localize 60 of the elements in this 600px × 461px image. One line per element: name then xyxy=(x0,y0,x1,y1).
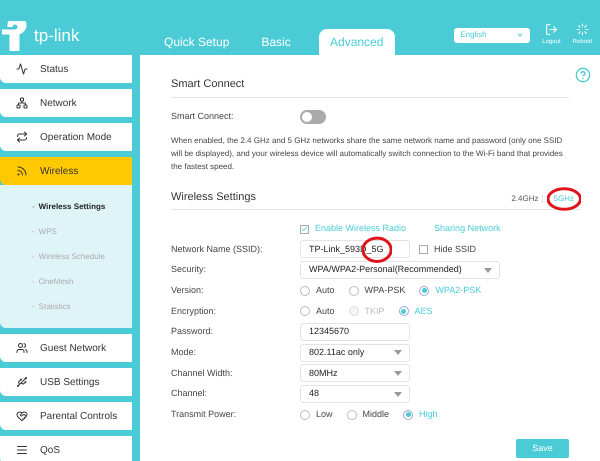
sidebar-item[interactable]: Status xyxy=(0,55,132,83)
checkbox[interactable] xyxy=(300,224,309,234)
sidebar-item[interactable]: USB Settings xyxy=(0,368,132,396)
radio-option[interactable]: WPA-PSK xyxy=(348,284,406,298)
dropdown-icon xyxy=(394,392,402,397)
sidebar-item[interactable]: Guest Network xyxy=(0,334,132,362)
dropdown-icon xyxy=(394,350,402,356)
checkbox-label: Hide SSID xyxy=(434,242,476,256)
field-label: Channel: xyxy=(171,387,208,400)
dropdown-icon xyxy=(484,268,492,273)
pulse-icon xyxy=(16,63,28,75)
section-title: Wireless Settings xyxy=(171,190,256,204)
field-label: Transmit Power: xyxy=(171,408,238,422)
sidebar-item[interactable]: Parental Controls xyxy=(0,402,132,430)
lines-icon xyxy=(16,444,28,456)
field-label: Encryption: xyxy=(171,304,218,318)
radio-option[interactable]: Low xyxy=(300,408,333,422)
field-label: Network Name (SSID): xyxy=(171,242,264,256)
sidebar-item[interactable]: Wireless xyxy=(0,157,132,185)
section-title: Smart Connect xyxy=(171,76,569,98)
select-field[interactable]: 802.11ac only xyxy=(300,344,410,362)
help-icon[interactable] xyxy=(575,67,591,83)
sidebar-item[interactable]: Operation Mode xyxy=(0,123,132,151)
radio-option[interactable]: Auto xyxy=(300,304,335,318)
field-label: Password: xyxy=(171,325,214,338)
reboot-icon xyxy=(576,23,589,36)
field-label: Smart Connect: xyxy=(171,110,235,123)
users-icon xyxy=(16,342,28,354)
band-tab[interactable]: 2.4GHz xyxy=(511,193,538,205)
dash-mark: - xyxy=(32,226,35,238)
swap-icon xyxy=(16,131,28,143)
dash-mark: - xyxy=(32,300,35,312)
logout-icon xyxy=(544,23,558,36)
input-field[interactable]: 12345670 xyxy=(300,323,410,342)
submenu-item[interactable]: - Wireless Settings xyxy=(0,194,132,219)
checkbox[interactable] xyxy=(419,244,428,254)
radio-option[interactable]: Middle xyxy=(346,408,390,422)
field-label: Version: xyxy=(171,284,205,297)
dash-mark: - xyxy=(32,276,35,288)
select-field[interactable]: WPA/WPA2-Personal(Recommended) xyxy=(300,261,500,280)
field-label: Mode: xyxy=(171,346,198,360)
toggle-switch[interactable] xyxy=(300,110,326,124)
sidebar-item[interactable]: Network xyxy=(0,89,132,117)
checkbox-label: Enable Wireless Radio xyxy=(315,222,406,236)
radio-option[interactable]: Auto xyxy=(300,284,335,298)
dash-mark: - xyxy=(32,250,35,262)
separator: | xyxy=(541,193,544,205)
select-field[interactable]: 80MHz xyxy=(300,364,410,382)
sidebar-item[interactable]: QoS xyxy=(0,436,132,461)
chevron-icon xyxy=(516,31,524,39)
network-icon xyxy=(16,97,28,109)
field-label: Channel Width: xyxy=(171,366,234,380)
select-field[interactable]: 48 xyxy=(300,385,410,404)
usb-icon xyxy=(16,376,28,388)
field-label: Security: xyxy=(171,263,208,276)
dropdown-icon xyxy=(394,370,402,376)
description-text: When enabled, the 2.4 GHz and 5 GHz networks share the same network name and password (only one SSID will be displayed), and your wireless device will automatically switch connection to the Wi-Fi band that provides the fastest speed. xyxy=(171,134,564,172)
logo-text: tp-link xyxy=(34,24,80,47)
dash-mark: - xyxy=(32,200,35,212)
wifi-icon xyxy=(16,165,28,177)
